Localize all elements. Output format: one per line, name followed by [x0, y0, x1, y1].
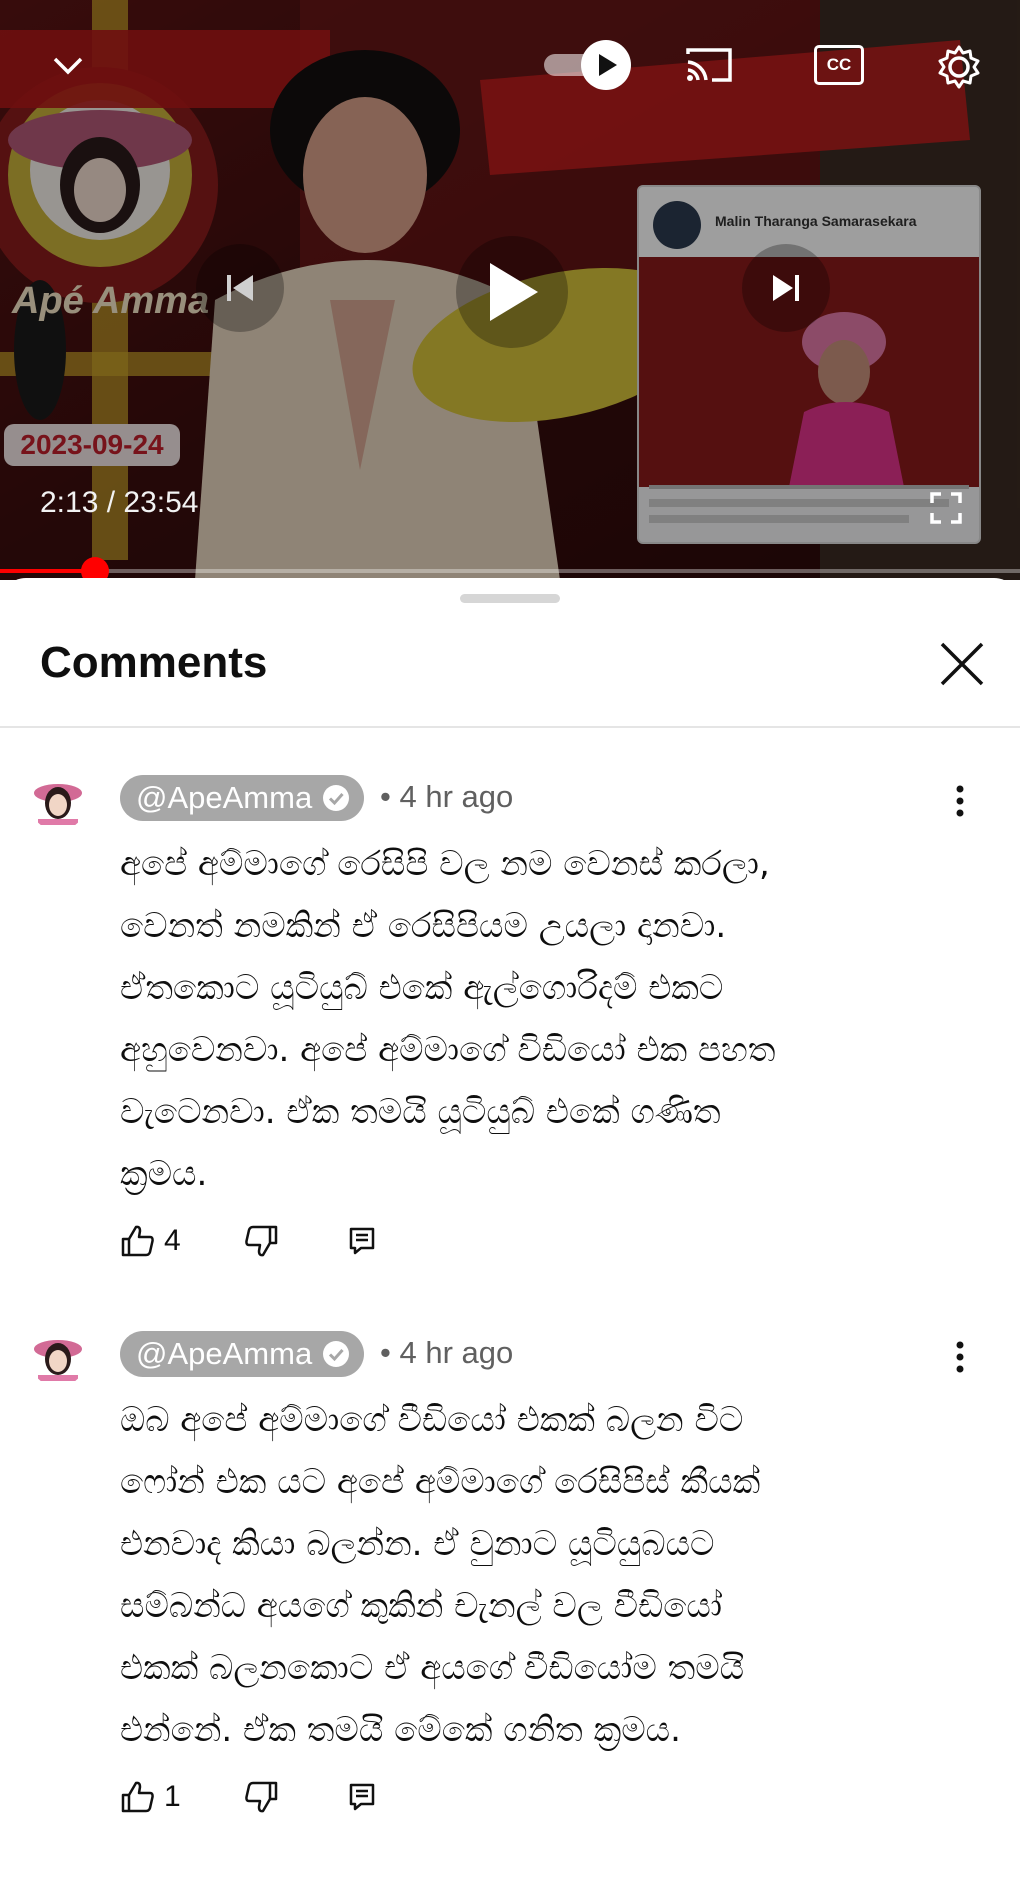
play-icon [490, 263, 538, 321]
comment-line: එන්නේ. ඒක තමයි මේකේ ගනිත ක්‍රමය. [120, 1710, 681, 1750]
comment-meta: • 4 hr ago [380, 779, 513, 815]
comment-time: 4 hr ago [399, 779, 514, 814]
reply-icon [349, 1783, 374, 1811]
avatar-image [30, 1331, 86, 1387]
more-vert-icon [956, 785, 964, 817]
like-count: 4 [164, 1224, 181, 1257]
settings-button[interactable] [932, 40, 986, 94]
play-button[interactable] [456, 236, 568, 348]
comment-line: ක්‍රමය. [120, 1154, 208, 1194]
drag-handle[interactable] [460, 594, 560, 603]
autoplay-toggle[interactable] [540, 40, 636, 90]
author-name: @ApeAmma [136, 1336, 313, 1371]
comments-title: Comments [40, 638, 268, 687]
more-options-button[interactable] [940, 773, 980, 829]
video-player[interactable]: Apé Amma 2023-09-24 Malin Tharanga Samar… [0, 0, 1020, 580]
cast-icon [686, 48, 732, 82]
avatar-image [30, 775, 86, 831]
like-button[interactable]: 1 [120, 1780, 181, 1814]
avatar[interactable] [30, 1331, 86, 1387]
comment-line: එනවාද කියා බලන්න. ඒ වුනාට යූටියුබයට [120, 1524, 715, 1564]
reply-button[interactable] [347, 1226, 377, 1256]
header-divider [0, 726, 1020, 728]
reply-button[interactable] [347, 1782, 377, 1812]
avatar[interactable] [30, 775, 86, 831]
meta-separator: • [380, 779, 391, 814]
comment-actions: 4 [120, 1219, 377, 1263]
comment-time: 4 hr ago [399, 1335, 514, 1370]
captions-button[interactable]: CC [812, 42, 866, 88]
dislike-button[interactable] [243, 1224, 279, 1258]
total-duration: 23:54 [123, 486, 199, 519]
dislike-button[interactable] [243, 1780, 279, 1814]
reply-icon [349, 1227, 374, 1255]
comment-line: වැටෙනවා. ඒක තමයි යූටියුබ් එකේ ගණිත [120, 1092, 721, 1132]
time-separator: / [98, 486, 124, 519]
comment-line: ඒතකොට යූටියුබ් එකේ ඇල්ගොරිදම් එකට [120, 968, 724, 1008]
verified-icon [323, 1341, 350, 1367]
thumb-down-icon [244, 1781, 277, 1813]
minimize-button[interactable] [46, 44, 90, 88]
like-button[interactable]: 4 [120, 1224, 181, 1258]
like-count: 1 [164, 1780, 181, 1813]
comment-line: අපේ අම්මාගේ රෙසිපි වල නම වෙනස් කරලා, [120, 844, 770, 884]
thumb-up-icon [121, 1781, 154, 1813]
thumb-up-icon [121, 1225, 154, 1257]
cast-button[interactable] [682, 40, 736, 90]
close-button[interactable] [932, 634, 992, 694]
playback-time: 2:13 / 23:54 [40, 486, 198, 520]
comment-line: එකක් බලනකොට ඒ අයගේ වීඩියෝම තමයි [120, 1648, 745, 1688]
comment-meta: • 4 hr ago [380, 1335, 513, 1371]
comments-sheet: Comments @ApeAmma • 4 hr ago අපේ අම්මාගේ… [0, 578, 1020, 1888]
comment-line: වෙනත් නමකින් ඒ රෙසිපියම උයලා දානවා. [120, 906, 727, 946]
autoplay-toggle-icon [544, 40, 631, 90]
comment-line: අහුවෙනවා. අපේ අම්මාගේ විඩියෝ එක පහත [120, 1030, 776, 1070]
gear-icon [938, 45, 980, 89]
seek-bar-track[interactable] [0, 569, 1020, 573]
comment-line: ඔබ අපේ අම්මාගේ වීඩියෝ එකක් බලන විට [120, 1400, 744, 1440]
next-button[interactable] [742, 244, 830, 332]
seek-bar-handle[interactable] [81, 557, 109, 580]
fullscreen-button[interactable] [924, 486, 968, 530]
fullscreen-icon [930, 492, 962, 524]
cc-icon: CC [814, 45, 864, 85]
comment-line: සම්බන්ධ අයගේ කුකින් චැනල් වල වීඩියෝ [120, 1586, 723, 1626]
author-name: @ApeAmma [136, 780, 313, 815]
comment-text: අපේ අම්මාගේ රෙසිපි වල නම වෙනස් කරලා, වෙන… [120, 833, 960, 1205]
meta-separator: • [380, 1335, 391, 1370]
previous-button[interactable] [196, 244, 284, 332]
comment-actions: 1 [120, 1775, 377, 1819]
comment-text: ඔබ අපේ අම්මාගේ වීඩියෝ එකක් බලන විට ෆෝන් … [120, 1389, 960, 1761]
comment-line: ෆෝන් එක යට අපේ අම්මාගේ රෙසිපිස් කීයක් [120, 1462, 761, 1502]
previous-icon [227, 275, 253, 301]
current-time: 2:13 [40, 486, 99, 519]
more-options-button[interactable] [940, 1329, 980, 1385]
chevron-down-icon [53, 57, 83, 75]
author-chip[interactable]: @ApeAmma [120, 775, 365, 821]
more-vert-icon [956, 1341, 964, 1373]
author-chip[interactable]: @ApeAmma [120, 1331, 365, 1377]
next-icon [773, 275, 799, 301]
thumb-down-icon [244, 1225, 277, 1257]
close-icon [940, 642, 984, 686]
verified-icon [323, 785, 350, 811]
